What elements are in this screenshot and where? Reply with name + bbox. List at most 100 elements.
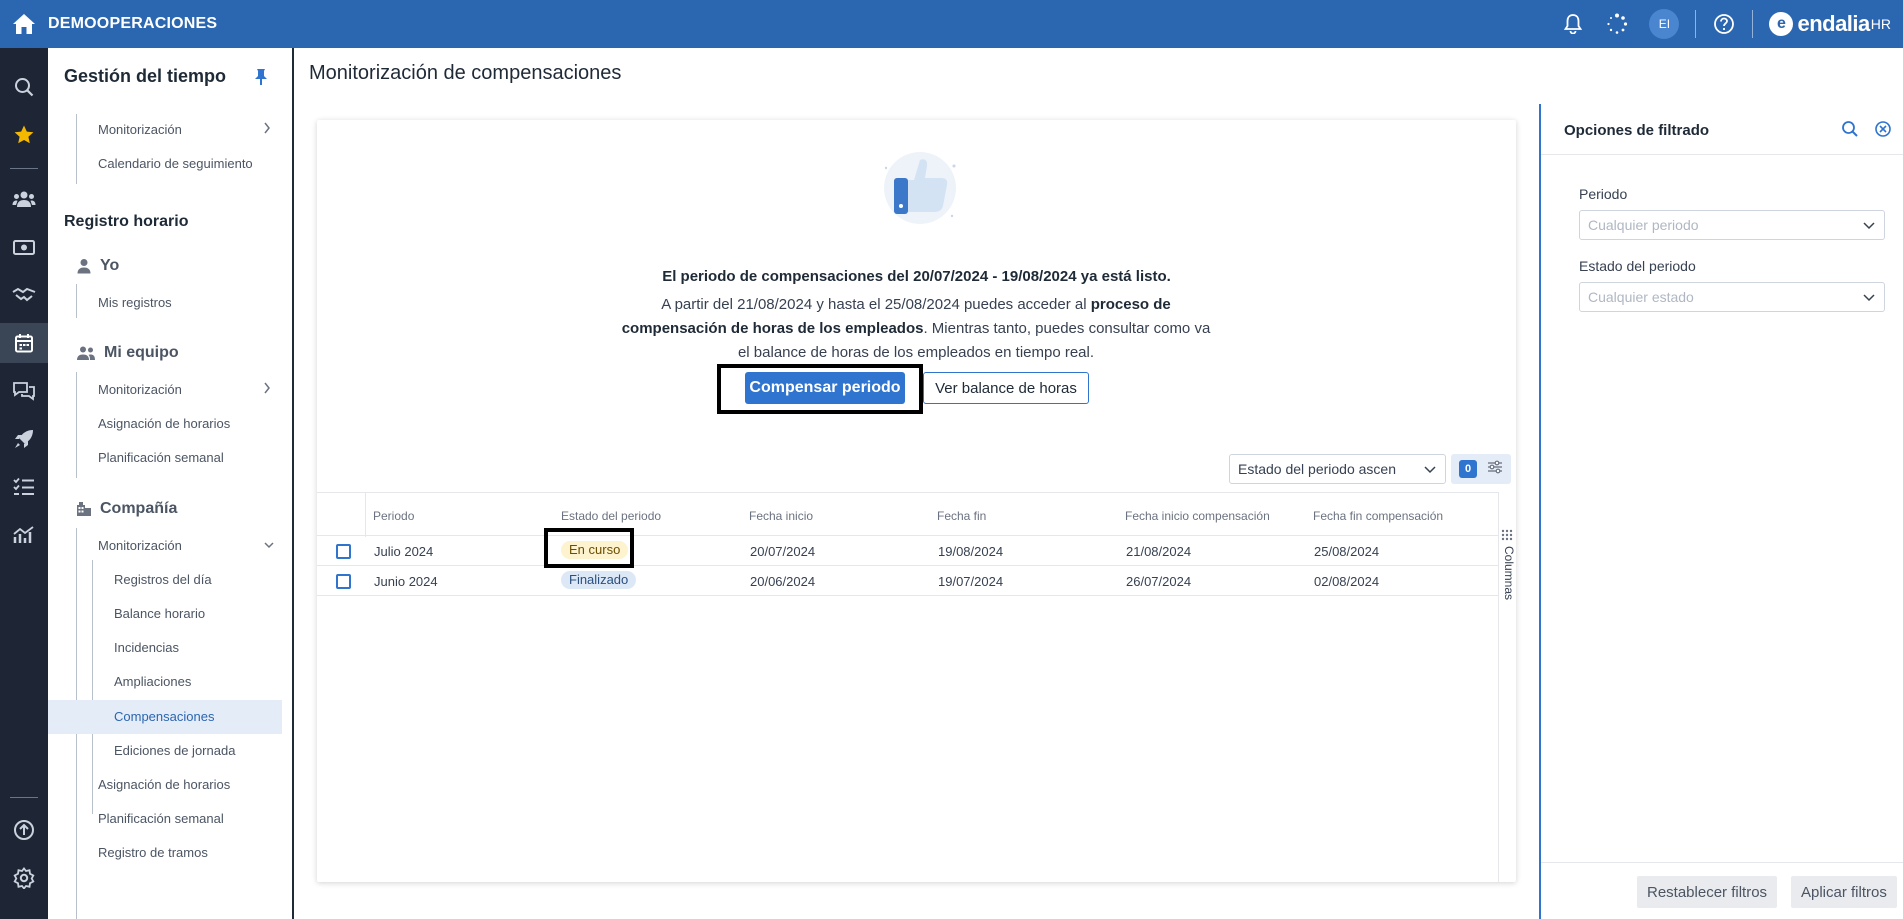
row-checkbox[interactable] [336, 574, 351, 589]
tree-line [92, 560, 93, 814]
periodo-select[interactable]: Cualquier periodo [1579, 210, 1885, 240]
sidebar-item-registro-tramos[interactable]: Registro de tramos [98, 845, 208, 860]
ver-balance-button[interactable]: Ver balance de horas [923, 372, 1089, 404]
sidebar-item-compania-planificacion[interactable]: Planificación semanal [98, 811, 224, 826]
section-registro-horario: Registro horario [64, 213, 189, 230]
subsection-yo[interactable]: Yo [76, 257, 119, 275]
thumbs-up-illustration [872, 148, 962, 235]
sidebar-item-compania-monitorizacion[interactable]: Monitorización [98, 538, 182, 553]
status-badge: Finalizado [561, 571, 637, 589]
banner-text: A partir del 21/08/2024 y hasta el 25/08… [616, 293, 1216, 365]
cell-fecha-fin: 19/07/2024 [938, 574, 1004, 589]
filter-toggle[interactable]: 0 [1451, 454, 1511, 484]
sidebar-item-equipo-asignacion[interactable]: Asignación de horarios [98, 416, 230, 431]
logo-mark: e [1769, 12, 1794, 36]
table-row[interactable]: Junio 2024 Finalizado 20/06/2024 19/07/2… [317, 566, 1498, 596]
search-icon[interactable] [0, 67, 48, 107]
column-header[interactable]: Fecha fin [937, 509, 986, 523]
loading-icon[interactable] [1605, 12, 1629, 36]
table-row[interactable]: Julio 2024 En curso 20/07/2024 19/08/202… [317, 536, 1498, 566]
column-header[interactable]: Estado del periodo [561, 509, 661, 523]
person-icon [77, 259, 91, 274]
sidebar-item-calendario[interactable]: Calendario de seguimiento [98, 156, 253, 171]
close-icon[interactable] [1874, 120, 1892, 143]
app-rail [0, 48, 48, 919]
top-bar: DEMOOPERACIONES EI e endalia HR [0, 0, 1903, 48]
checklist-icon[interactable] [0, 467, 48, 507]
sidebar-item-equipo-planificacion[interactable]: Planificación semanal [98, 450, 224, 465]
endalia-logo: e endalia HR [1769, 11, 1891, 37]
user-avatar[interactable]: EI [1649, 9, 1680, 39]
money-icon[interactable] [0, 227, 48, 267]
subsection-compania[interactable]: Compañía [76, 500, 177, 518]
column-header[interactable]: Fecha fin compensación [1313, 509, 1443, 523]
filter-panel-title: Opciones de filtrado [1564, 122, 1710, 139]
sidebar-item-monitorizacion[interactable]: Monitorización [98, 122, 182, 137]
reset-filters-button[interactable]: Restablecer filtros [1637, 876, 1778, 908]
chat-icon[interactable] [0, 371, 48, 411]
divider [10, 797, 38, 798]
people-icon[interactable] [0, 179, 48, 219]
bell-icon[interactable] [1561, 12, 1585, 36]
search-icon[interactable] [1841, 120, 1859, 143]
column-header[interactable]: Fecha inicio compensación [1125, 509, 1270, 523]
home-icon[interactable] [0, 0, 48, 48]
chevron-right-icon[interactable] [262, 120, 272, 141]
divider [1541, 154, 1903, 155]
cell-fecha-inicio: 20/07/2024 [750, 544, 816, 559]
filter-panel: Opciones de filtrado Periodo Cualquier p… [1539, 104, 1903, 919]
divider [10, 168, 38, 169]
logo-suffix: HR [1870, 16, 1891, 32]
upload-icon[interactable] [0, 810, 48, 850]
sidebar-item-incidencias[interactable]: Incidencias [114, 640, 179, 655]
divider [1541, 862, 1903, 863]
company-name[interactable]: DEMOOPERACIONES [48, 15, 217, 33]
sidebar-item-ediciones-jornada[interactable]: Ediciones de jornada [114, 743, 235, 758]
subsection-yo-label: Yo [100, 257, 120, 274]
chevron-right-icon[interactable] [262, 380, 272, 401]
sidebar-item-balance-horario[interactable]: Balance horario [114, 606, 205, 621]
rocket-icon[interactable] [0, 419, 48, 459]
module-sidebar: Gestión del tiempo Monitorización Calend… [48, 48, 294, 919]
star-icon[interactable] [0, 115, 48, 155]
chevron-down-icon[interactable] [262, 538, 276, 557]
cell-fecha-inicio: 20/06/2024 [750, 574, 816, 589]
subsection-mi-equipo[interactable]: Mi equipo [76, 344, 179, 362]
columns-tab-label[interactable]: Columnas [1502, 546, 1516, 600]
cell-periodo: Julio 2024 [374, 544, 434, 559]
periodo-select-value: Cualquier periodo [1588, 217, 1699, 233]
sidebar-item-ampliaciones[interactable]: Ampliaciones [114, 674, 191, 689]
subsection-compania-label: Compañía [100, 500, 178, 517]
handshake-icon[interactable] [0, 275, 48, 315]
sliders-icon [1487, 460, 1503, 479]
analytics-icon[interactable] [0, 515, 48, 555]
team-icon [77, 346, 95, 360]
chevron-down-icon [1862, 218, 1876, 235]
sidebar-title: Gestión del tiempo [64, 66, 227, 86]
tree-line [76, 372, 77, 478]
help-icon[interactable] [1712, 12, 1736, 36]
cell-fecha-inicio-comp: 26/07/2024 [1126, 574, 1192, 589]
tree-line [76, 114, 77, 184]
periodo-label: Periodo [1579, 186, 1628, 202]
compensar-periodo-button[interactable]: Compensar periodo [745, 372, 905, 404]
sidebar-item-compensaciones[interactable]: Compensaciones [114, 709, 214, 724]
cell-fecha-inicio-comp: 21/08/2024 [1126, 544, 1192, 559]
banner-text-part1: A partir del 21/08/2024 y hasta el 25/08… [661, 296, 1091, 313]
sidebar-item-equipo-monitorizacion[interactable]: Monitorización [98, 382, 182, 397]
main-card: El periodo de compensaciones del 20/07/2… [317, 120, 1516, 882]
highlight-box [544, 528, 634, 568]
calendar-icon[interactable] [0, 323, 48, 363]
column-header[interactable]: Periodo [373, 509, 414, 523]
sort-select[interactable]: Estado del periodo ascen [1229, 454, 1446, 484]
column-header[interactable]: Fecha inicio [749, 509, 813, 523]
row-checkbox[interactable] [336, 544, 351, 559]
chevron-down-icon [1423, 462, 1437, 479]
settings-icon[interactable] [0, 858, 48, 898]
estado-select[interactable]: Cualquier estado [1579, 282, 1885, 312]
sidebar-item-registros-dia[interactable]: Registros del día [114, 572, 212, 587]
pin-icon[interactable] [254, 68, 268, 91]
apply-filters-button[interactable]: Aplicar filtros [1791, 876, 1897, 908]
sidebar-item-mis-registros[interactable]: Mis registros [98, 295, 172, 310]
sidebar-item-compania-asignacion[interactable]: Asignación de horarios [98, 777, 230, 792]
